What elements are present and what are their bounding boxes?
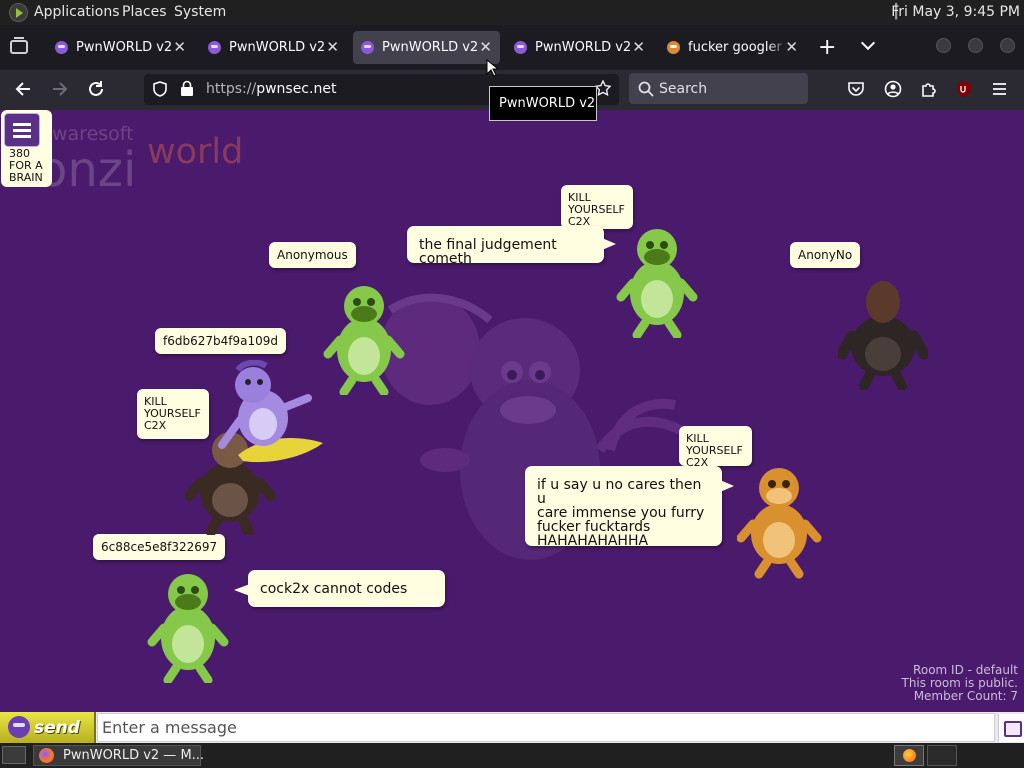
shield-icon[interactable] [151,80,169,98]
firefox-icon [39,748,54,763]
tab-close-icon[interactable]: ✕ [326,38,339,56]
tab-overview-icon[interactable] [10,37,28,54]
places-menu[interactable]: Places [122,4,167,20]
nametag-6c88ce5e8f322697: 6c88ce5e8f322697 [93,534,226,560]
watermark-world: world [147,132,244,172]
forward-arrow-icon[interactable] [51,80,69,98]
back-arrow-icon[interactable] [14,80,32,98]
pwnworld-stage[interactable]: waresoft onzi world Anonymous f6db627b4f… [0,110,1024,712]
account-icon[interactable] [884,80,902,98]
nametag-f6db627b4f9a109d: f6db627b4f9a109d [155,328,286,354]
tab-pwnworld-1[interactable]: PwnWORLD v2 ✕ [47,31,194,64]
lock-icon[interactable] [180,80,194,98]
speech-bubble-furry: if u say u no cares then u care immense … [525,466,734,548]
speech-bubble-kill-right: KILL YOURSELF C2X [679,426,752,466]
search-icon [638,81,654,97]
reload-icon[interactable] [87,80,105,98]
tab-close-icon[interactable]: ✕ [479,38,492,56]
url-text[interactable]: https://pwnsec.net [206,81,336,97]
extensions-puzzle-icon[interactable] [920,80,938,98]
tab-pwnworld-4[interactable]: PwnWORLD v2 ✕ [506,31,653,64]
bonzi-avatar-green-top[interactable] [615,223,700,338]
bonzi-send-icon[interactable] [8,716,30,738]
show-desktop-icon[interactable] [2,746,26,764]
distro-logo-icon[interactable] [9,3,28,22]
workspace-2[interactable] [927,745,957,766]
bonzi-avatar-dark-gorilla[interactable] [838,272,928,390]
top-panel: Applications Places System ┃ Fri May 3, … [0,0,1024,25]
window-close-button[interactable] [1000,38,1015,53]
bonzi-favicon-icon [361,41,374,54]
clock[interactable]: Fri May 3, 9:45 PM [891,4,1020,20]
tab-pwnworld-2[interactable]: PwnWORLD v2 ✕ [200,31,347,64]
message-input[interactable] [97,713,995,742]
tab-close-icon[interactable]: ✕ [632,38,645,56]
speech-bubble-cock2x: cock2x cannot codes [234,570,445,607]
pocket-icon[interactable] [847,81,865,97]
list-all-tabs-chevron-icon[interactable] [861,38,875,52]
dog-favicon-icon [667,41,680,54]
member-count: Member Count: 7 [913,689,1018,703]
system-menu[interactable]: System [174,4,226,20]
speech-bubble-judgement: the final judgement cometh [407,226,616,266]
tab-pwnworld-3[interactable]: PwnWORLD v2 ✕ [353,31,500,64]
search-placeholder: Search [659,81,708,97]
workspace-1-firefox-icon[interactable] [894,745,924,766]
bonzi-avatar-green-bottom[interactable] [146,568,231,683]
watermark-name: onzi [38,142,137,198]
bonzi-avatar-green-anonymous[interactable] [322,280,407,395]
window-maximize-button[interactable] [968,38,983,53]
nametag-anonyno: AnonyNo [790,242,861,268]
send-label[interactable]: send [34,718,80,738]
room-info: Room ID - default This room is public. M… [901,664,1018,703]
applications-menu[interactable]: Applications [34,4,120,20]
mouse-cursor-icon [486,59,498,77]
bonzi-favicon-icon [514,41,527,54]
bonzi-avatar-orange[interactable] [737,462,822,580]
emote-icon[interactable] [998,714,1024,742]
tab-tooltip: PwnWORLD v2 [489,86,597,121]
tab-close-icon[interactable]: ✕ [785,38,798,56]
bookmark-star-icon[interactable] [595,80,611,96]
tab-close-icon[interactable]: ✕ [173,38,186,56]
tab-fucker-googler[interactable]: fucker googler - ✕ [659,31,806,64]
window-minimize-button[interactable] [936,38,951,53]
new-tab-button[interactable]: + [818,35,836,60]
nametag-anonymous: Anonymous [269,242,356,268]
search-bar[interactable] [629,73,808,104]
bonzi-favicon-icon [208,41,221,54]
hamburger-menu-icon[interactable] [991,81,1009,97]
ublock-origin-icon[interactable] [955,80,973,98]
bonzi-favicon-icon [55,41,68,54]
bonzi-avatar-purple-surfing[interactable] [208,360,323,475]
taskbar-window-button[interactable]: PwnWORLD v2 — M... [33,745,204,766]
room-menu-button[interactable] [4,113,40,147]
